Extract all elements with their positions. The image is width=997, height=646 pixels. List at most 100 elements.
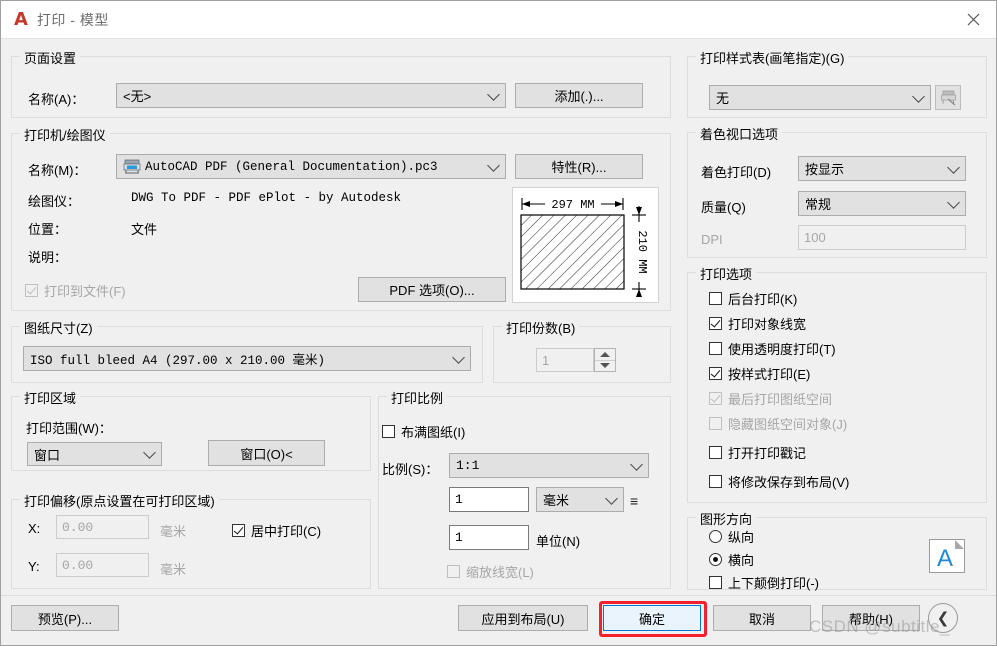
offset-y-value: 0.00 xyxy=(62,557,94,573)
shade-plot-combo[interactable]: 按显示 xyxy=(798,156,966,181)
add-page-setup-button[interactable]: 添加(.)... xyxy=(515,83,643,108)
orientation-upside-down-checkbox[interactable]: 上下颠倒打印(-) xyxy=(709,573,819,592)
page-setup-name-label: 名称(A)： xyxy=(28,92,85,107)
scale-lineweight-label: 缩放线宽(L) xyxy=(466,565,534,580)
shade-plot-value: 按显示 xyxy=(805,162,845,177)
printer-properties-button[interactable]: 特性(R)... xyxy=(515,154,643,179)
plot-to-file-label: 打印到文件(F) xyxy=(44,284,126,299)
checkbox-box xyxy=(232,524,245,537)
plot-scale-legend: 打印比例 xyxy=(387,388,448,407)
orientation-landscape-radio[interactable]: 横向 xyxy=(709,550,754,569)
plot-option-plot-stamp[interactable]: 打开打印戳记 xyxy=(709,443,806,462)
pdf-options-button[interactable]: PDF 选项(O)... xyxy=(358,277,506,302)
help-button[interactable]: 帮助(H) xyxy=(822,605,920,631)
chevron-down-icon xyxy=(487,158,500,172)
svg-text:210 MM: 210 MM xyxy=(635,230,649,273)
chevron-down-icon xyxy=(912,89,925,103)
plot-style-value: 无 xyxy=(716,91,730,106)
plot-style-combo[interactable]: 无 xyxy=(709,85,931,110)
plot-option-object-lineweights[interactable]: 打印对象线宽 xyxy=(709,314,806,333)
copies-value: 1 xyxy=(542,352,550,368)
equals-icon: ≡ xyxy=(630,493,639,509)
scale-denominator-input[interactable]: 1 xyxy=(449,525,529,550)
preview-button[interactable]: 预览(P)... xyxy=(11,605,119,631)
checkbox-box xyxy=(709,342,722,355)
paper-preview: 297 MM 210 MM xyxy=(512,187,659,303)
scale-combo[interactable]: 1:1 xyxy=(449,453,649,478)
plot-option-label: 使用透明度打印(T) xyxy=(728,342,836,357)
ok-button[interactable]: 确定 xyxy=(603,605,701,631)
offset-y-input[interactable]: 0.00 xyxy=(56,553,149,577)
dpi-input[interactable]: 100 xyxy=(798,225,966,250)
offset-x-value: 0.00 xyxy=(62,519,94,535)
offset-x-label: X: xyxy=(28,521,41,536)
plot-dialog: A 打印 - 模型 页面设置 名称(A)： <无> 添加(.)... 打印机/绘… xyxy=(0,0,997,646)
plot-to-file-checkbox[interactable]: 打印到文件(F) xyxy=(25,281,126,300)
center-plot-checkbox[interactable]: 居中打印(C) xyxy=(232,521,321,540)
copies-stepper-down[interactable] xyxy=(595,361,615,372)
radio-circle xyxy=(709,530,722,543)
plot-range-label: 打印范围(W)： xyxy=(26,421,112,436)
plot-range-combo[interactable]: 窗口 xyxy=(27,442,162,466)
orientation-portrait-radio[interactable]: 纵向 xyxy=(709,527,754,546)
printer-name-combo[interactable]: AutoCAD PDF (General Documentation).pc3 xyxy=(116,154,506,179)
shaded-viewport-legend: 着色视口选项 xyxy=(696,124,783,143)
description-label: 说明： xyxy=(28,250,68,265)
plot-option-label: 最后打印图纸空间 xyxy=(728,392,833,407)
scale-unit-combo[interactable]: 毫米 xyxy=(536,487,624,512)
help-label: 帮助(H) xyxy=(848,611,894,627)
checkbox-box xyxy=(709,417,722,430)
plot-range-value: 窗口 xyxy=(34,447,61,463)
plot-style-edit-icon[interactable] xyxy=(935,85,961,110)
apply-to-layout-label: 应用到布局(U) xyxy=(481,611,565,627)
copies-input[interactable]: 1 xyxy=(536,348,594,372)
quality-value: 常规 xyxy=(805,197,832,212)
scale-unit-value: 毫米 xyxy=(543,493,570,508)
quality-combo[interactable]: 常规 xyxy=(798,191,966,216)
autocad-a-logo: A xyxy=(14,8,28,30)
plot-option-hide-paperspace[interactable]: 隐藏图纸空间对象(J) xyxy=(709,414,847,433)
checkbox-box xyxy=(709,292,722,305)
plot-option-transparency[interactable]: 使用透明度打印(T) xyxy=(709,339,836,358)
preview-label: 预览(P)... xyxy=(37,611,93,627)
pdf-options-label: PDF 选项(O)... xyxy=(389,283,475,298)
orientation-legend: 图形方向 xyxy=(696,509,757,528)
plot-option-paperspace-last[interactable]: 最后打印图纸空间 xyxy=(709,389,832,408)
orientation-letter-a-icon: A xyxy=(929,539,965,573)
scale-lineweight-checkbox[interactable]: 缩放线宽(L) xyxy=(447,562,534,581)
checkbox-box xyxy=(25,284,38,297)
copies-stepper[interactable] xyxy=(594,348,616,372)
plot-option-label: 隐藏图纸空间对象(J) xyxy=(728,417,848,432)
window-select-button[interactable]: 窗口(O)< xyxy=(208,440,325,466)
chevron-down-icon xyxy=(947,195,960,209)
apply-to-layout-button[interactable]: 应用到布局(U) xyxy=(458,605,588,631)
checkbox-box xyxy=(709,367,722,380)
page-setup-name-combo[interactable]: <无> xyxy=(116,83,506,108)
plot-area-legend: 打印区域 xyxy=(20,388,81,407)
paper-size-combo[interactable]: ISO full bleed A4 (297.00 x 210.00 毫米) xyxy=(23,346,471,371)
chevron-down-icon xyxy=(487,87,500,101)
fit-to-paper-checkbox[interactable]: 布满图纸(I) xyxy=(382,422,465,441)
add-page-setup-label: 添加(.)... xyxy=(554,89,604,104)
center-plot-label: 居中打印(C) xyxy=(251,524,322,539)
scale-numerator-input[interactable]: 1 xyxy=(449,487,529,512)
scale-value: 1:1 xyxy=(456,458,480,473)
offset-y-unit: 毫米 xyxy=(160,562,187,577)
plot-option-save-to-layout[interactable]: 将修改保存到布局(V) xyxy=(709,472,849,491)
offset-x-input[interactable]: 0.00 xyxy=(56,515,149,539)
plot-option-plot-with-styles[interactable]: 按样式打印(E) xyxy=(709,364,810,383)
radio-circle xyxy=(709,553,722,566)
collapse-left-icon[interactable]: ❮ xyxy=(928,603,958,633)
printer-properties-label: 特性(R)... xyxy=(551,160,607,175)
scale-label: 比例(S)： xyxy=(382,462,439,477)
fit-to-paper-label: 布满图纸(I) xyxy=(401,425,466,440)
cancel-button[interactable]: 取消 xyxy=(713,605,811,631)
copies-stepper-up[interactable] xyxy=(595,349,615,360)
page-title: 打印 - 模型 xyxy=(36,11,109,28)
close-icon[interactable] xyxy=(950,1,996,38)
plot-option-label: 按样式打印(E) xyxy=(728,367,811,382)
plot-option-background-plot[interactable]: 后台打印(K) xyxy=(709,289,797,308)
offset-y-label: Y: xyxy=(28,559,40,574)
plotter-label: 绘图仪： xyxy=(28,194,81,209)
page-setup-legend: 页面设置 xyxy=(20,48,81,67)
